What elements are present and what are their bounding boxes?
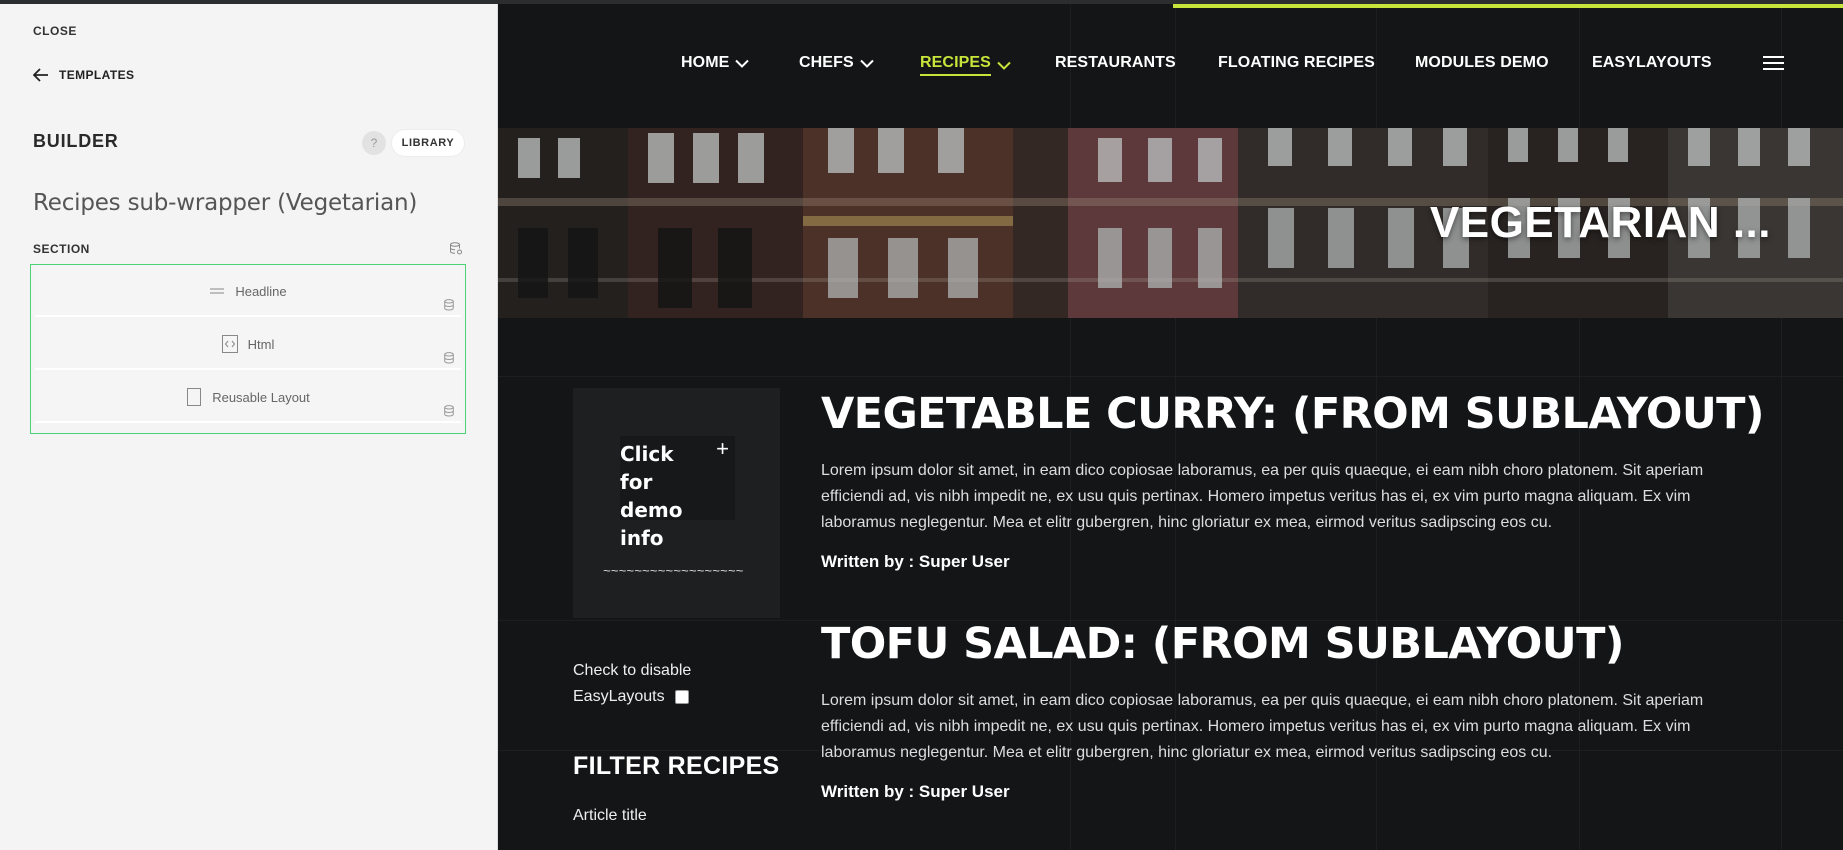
section-box[interactable]: Headline Html Reusable Layout [30, 264, 466, 434]
block-reusable-layout[interactable]: Reusable Layout [35, 373, 461, 423]
templates-back-link[interactable]: TEMPLATES [33, 68, 134, 82]
block-label: Reusable Layout [212, 389, 310, 405]
nav-label: RECIPES [920, 54, 991, 76]
main-nav: HOME CHEFS RECIPES RESTAURANTS FLOATING … [498, 54, 1843, 84]
nav-item-easylayouts[interactable]: EASYLAYOUTS [1592, 54, 1712, 72]
help-button[interactable]: ? [362, 131, 386, 155]
arrow-left-icon [33, 68, 48, 82]
article-title-filter-label: Article title [573, 807, 647, 824]
chevron-down-icon [997, 61, 1011, 70]
nav-label: MODULES DEMO [1415, 54, 1549, 71]
chevron-down-icon [860, 59, 874, 68]
nav-item-floating-recipes[interactable]: FLOATING RECIPES [1218, 54, 1375, 72]
nav-label: RESTAURANTS [1055, 54, 1176, 71]
hero-banner: VEGETARIAN ... [498, 128, 1843, 318]
reusable-layout-icon [186, 388, 202, 406]
block-label: Html [247, 336, 275, 352]
disable-line-1: Check to disable [573, 662, 692, 679]
database-settings-icon[interactable] [450, 242, 462, 255]
article-body: Lorem ipsum dolor sit amet, in eam dico … [821, 692, 1704, 761]
headline-icon [209, 282, 225, 300]
nav-item-modules-demo[interactable]: MODULES DEMO [1415, 54, 1549, 72]
article-title[interactable]: TOFU SALAD: (FROM SUBLAYOUT) [821, 618, 1781, 670]
templates-label: TEMPLATES [59, 68, 135, 82]
progress-accent-line [1173, 4, 1843, 8]
section-label: SECTION [33, 242, 90, 256]
html-code-icon [221, 335, 238, 353]
hero-title: VEGETARIAN ... [1429, 198, 1771, 247]
article-tofu-salad: TOFU SALAD: (FROM SUBLAYOUT) Lorem ipsum… [821, 618, 1781, 802]
top-strip [0, 0, 1843, 4]
article-author: Written by : Super User [821, 552, 1010, 571]
block-label: Headline [235, 283, 287, 299]
site-preview: HOME CHEFS RECIPES RESTAURANTS FLOATING … [498, 4, 1843, 850]
article-body: Lorem ipsum dolor sit amet, in eam dico … [821, 462, 1704, 531]
grid-line [498, 376, 1843, 377]
nav-label: CHEFS [799, 54, 854, 71]
wrapper-title: Recipes sub-wrapper (Vegetarian) [33, 190, 418, 216]
plus-icon: + [716, 436, 729, 461]
demo-info-button[interactable]: Click for demo info + [620, 436, 735, 550]
nav-item-restaurants[interactable]: RESTAURANTS [1055, 54, 1176, 72]
database-icon[interactable] [444, 405, 455, 417]
close-button[interactable]: CLOSE [33, 24, 77, 38]
nav-label: FLOATING RECIPES [1218, 54, 1375, 71]
disable-line-2: EasyLayouts [573, 688, 665, 705]
filter-recipes-heading: FILTER RECIPES [573, 752, 780, 780]
nav-item-recipes[interactable]: RECIPES [920, 54, 1011, 76]
demo-info-card: Click for demo info + ~~~~~~~~~~~~~~~~~~ [573, 388, 780, 618]
chevron-down-icon [735, 59, 750, 68]
disable-easylayouts-checkbox[interactable] [675, 690, 689, 704]
article-title[interactable]: VEGETABLE CURRY: (FROM SUBLAYOUT) [821, 388, 1781, 440]
disable-easylayouts-label: Check to disable EasyLayouts [573, 658, 691, 710]
nav-item-home[interactable]: HOME [681, 54, 750, 72]
database-icon[interactable] [444, 299, 455, 311]
database-icon[interactable] [444, 352, 455, 364]
hamburger-menu-icon[interactable] [1763, 56, 1784, 72]
builder-title: BUILDER [33, 131, 119, 151]
block-html[interactable]: Html [35, 320, 461, 370]
article-author: Written by : Super User [821, 782, 1010, 801]
demo-info-text: Click for demo info [620, 442, 683, 550]
demo-tilde-divider: ~~~~~~~~~~~~~~~~~~ [603, 564, 744, 579]
nav-item-chefs[interactable]: CHEFS [799, 54, 874, 72]
nav-label: EASYLAYOUTS [1592, 54, 1712, 71]
article-vegetable-curry: VEGETABLE CURRY: (FROM SUBLAYOUT) Lorem … [821, 388, 1781, 572]
block-headline[interactable]: Headline [35, 267, 461, 317]
library-button[interactable]: LIBRARY [392, 130, 464, 156]
nav-label: HOME [681, 54, 730, 71]
builder-panel: CLOSE TEMPLATES BUILDER ? LIBRARY Recipe… [0, 4, 498, 850]
